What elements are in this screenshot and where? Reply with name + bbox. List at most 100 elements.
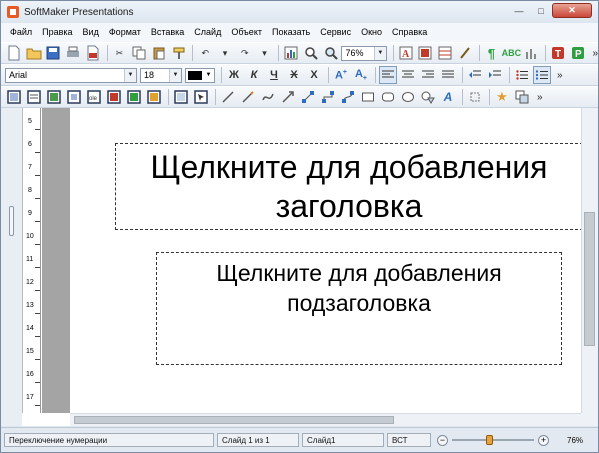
image-placeholder-icon[interactable] — [45, 88, 63, 106]
planmaker-object-icon[interactable] — [125, 88, 143, 106]
menu-window[interactable]: Окно — [356, 23, 387, 42]
zoom-combo[interactable]: 76% ▼ — [341, 45, 387, 61]
chevron-down-icon[interactable]: ▼ — [169, 68, 181, 82]
ellipse-tool-icon[interactable] — [399, 88, 417, 106]
menu-view[interactable]: Вид — [78, 23, 104, 42]
save-icon[interactable] — [44, 44, 62, 62]
toolbar1-overflow-button[interactable]: » — [593, 48, 599, 59]
curve-tool-icon[interactable] — [259, 88, 277, 106]
chevron-down-icon[interactable]: ▼ — [373, 46, 386, 60]
vertical-scroll-thumb[interactable] — [584, 212, 595, 346]
menu-edit[interactable]: Правка — [37, 23, 77, 42]
increase-indent-icon[interactable] — [486, 66, 504, 84]
undo-dropdown-icon[interactable]: ▾ — [216, 44, 234, 62]
effects-star-icon[interactable]: ★ — [493, 88, 511, 106]
ole-object-icon[interactable]: ole — [85, 88, 103, 106]
subscript-icon[interactable]: A+ — [352, 66, 370, 84]
textmaker-app-icon[interactable]: T — [549, 44, 567, 62]
status-insert-mode[interactable]: ВСТ — [387, 433, 431, 447]
formatting-marks-icon[interactable]: ¶ — [483, 44, 501, 62]
menu-help[interactable]: Справка — [387, 23, 432, 42]
panel-resize-handle[interactable] — [9, 206, 14, 236]
close-button[interactable]: ✕ — [552, 3, 592, 18]
statistics-icon[interactable] — [522, 44, 540, 62]
picture-object-icon[interactable] — [145, 88, 163, 106]
line-tool-icon[interactable] — [219, 88, 237, 106]
export-pdf-icon[interactable] — [84, 44, 102, 62]
cut-icon[interactable]: ✂ — [111, 44, 129, 62]
rectangle-tool-icon[interactable] — [359, 88, 377, 106]
curved-connector-icon[interactable] — [339, 88, 357, 106]
horizontal-scrollbar[interactable] — [70, 413, 581, 426]
freehand-tool-icon[interactable] — [239, 88, 257, 106]
menu-tools[interactable]: Сервис — [315, 23, 356, 42]
chart-icon[interactable] — [282, 44, 300, 62]
subtitle-placeholder[interactable]: Щелкните для добавления подзаголовка — [156, 252, 562, 365]
crop-icon[interactable] — [466, 88, 484, 106]
arrange-objects-icon[interactable] — [513, 88, 531, 106]
decrease-indent-icon[interactable] — [466, 66, 484, 84]
placeholder-frame-icon[interactable] — [25, 88, 43, 106]
chevron-down-icon[interactable]: ▼ — [203, 69, 214, 82]
menu-file[interactable]: Файл — [5, 23, 37, 42]
bulleted-list-icon[interactable] — [513, 66, 531, 84]
zoom-in-button[interactable]: + — [538, 434, 549, 446]
superscript-icon[interactable]: A+ — [332, 66, 350, 84]
magnifier-icon[interactable] — [322, 44, 340, 62]
paste-icon[interactable] — [150, 44, 168, 62]
double-strike-icon[interactable]: Х — [305, 66, 323, 84]
bold-icon[interactable]: Ж — [225, 66, 243, 84]
menu-show[interactable]: Показать — [267, 23, 315, 42]
arrow-tool-icon[interactable] — [279, 88, 297, 106]
print-icon[interactable] — [64, 44, 82, 62]
minimize-button[interactable]: — — [508, 3, 530, 18]
menu-insert[interactable]: Вставка — [146, 23, 189, 42]
toolbar3-overflow-button[interactable]: » — [537, 92, 543, 103]
menu-slide[interactable]: Слайд — [189, 23, 226, 42]
zoom-out-button[interactable]: − — [437, 434, 448, 446]
menu-object[interactable]: Объект — [226, 23, 267, 42]
font-name-combo[interactable]: Arial ▼ — [5, 67, 137, 83]
brush-icon[interactable] — [456, 44, 474, 62]
maximize-button[interactable]: □ — [530, 3, 552, 18]
elbow-connector-icon[interactable] — [319, 88, 337, 106]
format-painter-icon[interactable] — [170, 44, 188, 62]
table-icon[interactable] — [436, 44, 454, 62]
menu-format[interactable]: Формат — [104, 23, 146, 42]
strikethrough-icon[interactable]: Х — [285, 66, 303, 84]
text-frame-icon[interactable]: A — [397, 44, 415, 62]
text-color-picker[interactable]: ▼ — [185, 67, 215, 83]
connector-tool-icon[interactable] — [299, 88, 317, 106]
slide-canvas[interactable]: Щелкните для добавления заголовка Щелкни… — [70, 108, 581, 413]
planmaker-app-icon[interactable]: P — [569, 44, 587, 62]
layout-frame-icon[interactable] — [5, 88, 23, 106]
autoshape-tool-icon[interactable] — [419, 88, 437, 106]
toolbar2-overflow-button[interactable]: » — [557, 70, 563, 81]
group-frame-icon[interactable] — [172, 88, 190, 106]
align-left-icon[interactable] — [379, 66, 397, 84]
rounded-rect-tool-icon[interactable] — [379, 88, 397, 106]
select-frame-icon[interactable] — [192, 88, 210, 106]
redo-dropdown-icon[interactable]: ▾ — [256, 44, 274, 62]
object-placeholder-icon[interactable] — [65, 88, 83, 106]
picture-frame-icon[interactable] — [417, 44, 435, 62]
textart-tool-icon[interactable]: A — [439, 88, 457, 106]
redo-icon[interactable]: ↷ — [236, 44, 254, 62]
numbered-list-icon[interactable] — [533, 66, 551, 84]
horizontal-scroll-thumb[interactable] — [74, 416, 394, 424]
font-size-combo[interactable]: 18 ▼ — [140, 67, 182, 83]
zoom-icon[interactable] — [302, 44, 320, 62]
zoom-slider[interactable] — [452, 434, 534, 446]
align-center-icon[interactable] — [399, 66, 417, 84]
spellcheck-icon[interactable]: ABC — [502, 44, 522, 62]
copy-icon[interactable] — [130, 44, 148, 62]
title-placeholder[interactable]: Щелкните для добавления заголовка — [115, 143, 581, 230]
vertical-scrollbar[interactable] — [581, 108, 598, 413]
open-folder-icon[interactable] — [25, 44, 43, 62]
italic-icon[interactable]: К — [245, 66, 263, 84]
textmaker-object-icon[interactable] — [105, 88, 123, 106]
align-justify-icon[interactable] — [439, 66, 457, 84]
align-right-icon[interactable] — [419, 66, 437, 84]
undo-icon[interactable]: ↶ — [196, 44, 214, 62]
zoom-slider-knob[interactable] — [486, 435, 493, 445]
